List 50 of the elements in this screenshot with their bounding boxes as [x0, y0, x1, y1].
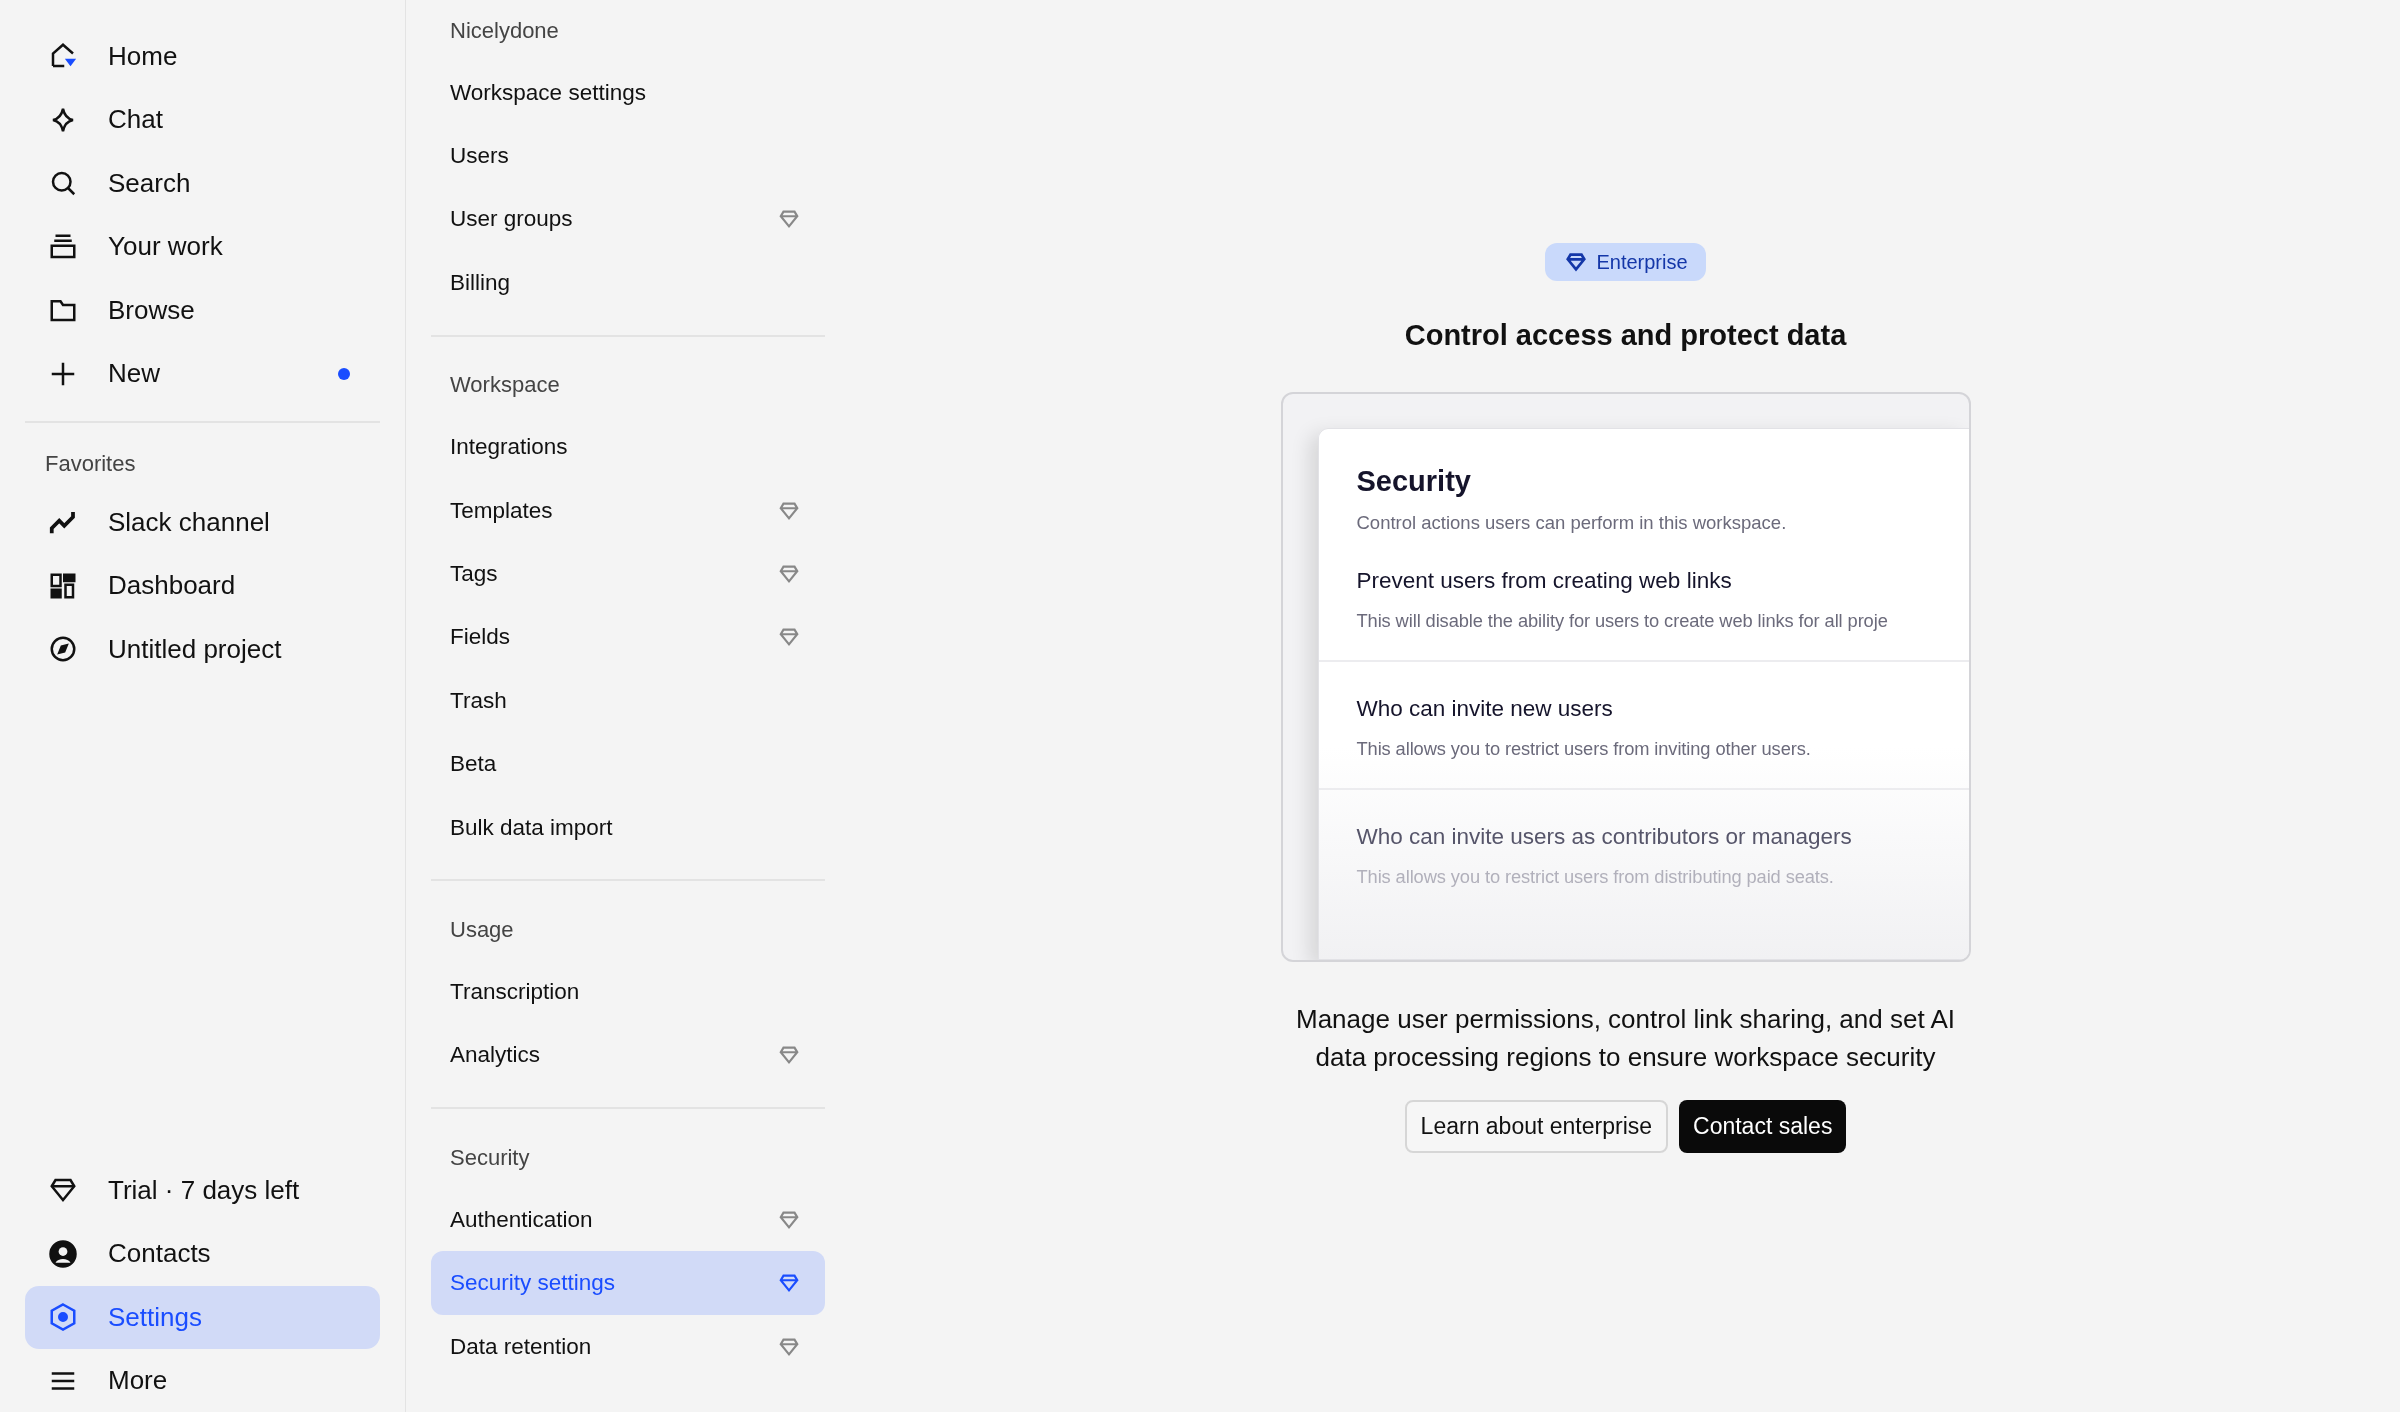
sidebar-item[interactable]: Search	[25, 152, 380, 215]
sidebar-item[interactable]: New	[25, 342, 380, 405]
setting-title: Who can invite users as contributors or managers	[1356, 824, 1853, 850]
menu-item[interactable]: Users	[431, 124, 825, 188]
setting-description: This allows you to restrict users from inviting other users.	[1356, 738, 1812, 760]
menu-item[interactable]: User groups	[431, 187, 825, 252]
menu-item[interactable]: Security settings	[431, 1251, 825, 1315]
sidebar-item[interactable]: Slack channel	[25, 491, 380, 554]
setting-description: This will disable the ability for users to create web links for all proje	[1356, 610, 1889, 632]
settings-icon	[48, 1302, 78, 1333]
setting-title: Who can invite new users	[1356, 696, 1614, 722]
setting-title: Prevent users from creating web links	[1356, 568, 1733, 594]
panel-title: Security	[1356, 465, 1472, 498]
sidebar-item[interactable]: Trial · 7 days left	[25, 1159, 380, 1222]
page-title: Control access and protect data	[1404, 319, 1847, 352]
contact-sales-button[interactable]: Contact sales	[1679, 1100, 1847, 1153]
menu-item[interactable]: Integrations	[431, 415, 825, 479]
menu-item[interactable]: Authentication	[431, 1188, 825, 1252]
enterprise-badge: Enterprise	[1545, 243, 1706, 281]
menu-item[interactable]: Templates	[431, 478, 825, 543]
menu-item[interactable]: Bulk data import	[431, 795, 825, 860]
setting-description: This allows you to restrict users from distributing paid seats.	[1356, 866, 1835, 888]
section-label: Security	[449, 1143, 531, 1172]
menu-item[interactable]: Trash	[431, 669, 825, 733]
sidebar-item[interactable]: Dashboard	[25, 554, 380, 617]
section-label: Nicelydone	[449, 16, 560, 45]
menu-item[interactable]: Tags	[431, 542, 825, 606]
learn-more-button[interactable]: Learn about enterprise	[1404, 1100, 1669, 1153]
menu-item[interactable]: Beta	[431, 732, 825, 796]
menu-item[interactable]: Billing	[431, 251, 825, 315]
sidebar-item[interactable]: Contacts	[25, 1222, 380, 1285]
menu-item[interactable]: Fields	[431, 605, 825, 670]
user-icon	[48, 1238, 78, 1269]
section-label: Workspace	[449, 371, 561, 400]
menu-item[interactable]: Transcription	[431, 960, 825, 1024]
description-text: Manage user permissions, control link sharing, and set AI data processing regions to ensure workspace security	[1295, 1003, 1956, 1074]
sidebar-item[interactable]: More	[25, 1349, 380, 1412]
diamond-icon	[1565, 251, 1588, 273]
section-label: Favorites	[44, 450, 137, 478]
sidebar-item[interactable]: Browse	[25, 279, 380, 342]
sidebar-item[interactable]: Untitled project	[25, 618, 380, 681]
sidebar-item[interactable]: Home	[25, 25, 380, 88]
sidebar-item[interactable]: Your work	[25, 215, 380, 278]
menu-item[interactable]: Workspace settings	[431, 61, 825, 125]
section-label: Usage	[449, 915, 515, 944]
menu-item[interactable]: Data retention	[431, 1314, 825, 1379]
sidebar-item[interactable]: Chat	[25, 88, 380, 151]
panel-subtitle: Control actions users can perform in this workspace.	[1356, 512, 1788, 534]
menu-item[interactable]: Analytics	[431, 1023, 825, 1088]
sidebar-item[interactable]: Settings	[25, 1286, 380, 1349]
